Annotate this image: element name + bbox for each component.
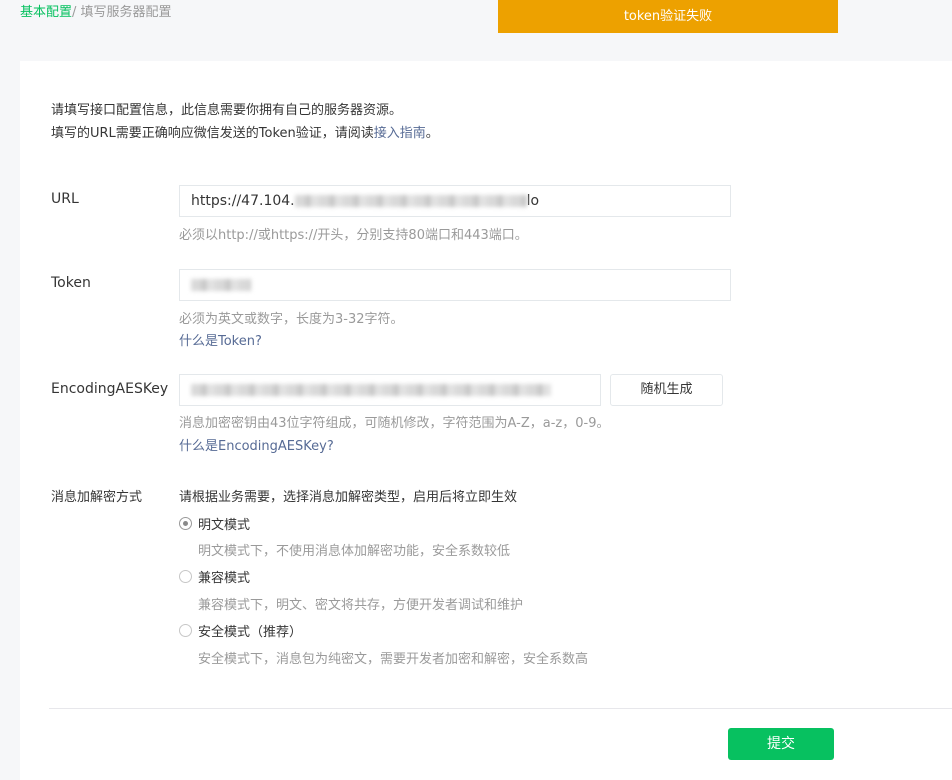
radio-plaintext-desc: 明文模式下，不使用消息体加解密功能，安全系数较低 <box>198 544 511 559</box>
radio-secure-label: 安全模式（推荐） <box>198 625 303 640</box>
radio-button[interactable] <box>179 624 192 637</box>
url-value-suffix: lo <box>526 193 540 209</box>
breadcrumb-separator: / <box>72 5 81 20</box>
radio-plaintext-mode[interactable]: 明文模式 <box>179 514 250 533</box>
divider <box>49 708 952 709</box>
what-is-aes-key-link[interactable]: 什么是EncodingAESKey? <box>179 435 334 454</box>
aes-key-label: EncodingAESKey <box>51 381 169 397</box>
radio-plaintext-label: 明文模式 <box>198 518 251 533</box>
intro-text: 请填写接口配置信息，此信息需要你拥有自己的服务器资源。 填写的URL需要正确响应… <box>51 99 439 145</box>
radio-compatible-desc: 兼容模式下，明文、密文将共存，方便开发者调试和维护 <box>198 598 524 613</box>
radio-secure-mode[interactable]: 安全模式（推荐） <box>179 621 302 640</box>
breadcrumb-root-link[interactable]: 基本配置 <box>20 5 72 20</box>
encryption-mode-label: 消息加解密方式 <box>51 490 143 505</box>
radio-compatible-mode[interactable]: 兼容模式 <box>179 567 250 586</box>
intro-line-2-suffix: 。 <box>425 126 439 141</box>
error-toast: token验证失败 <box>498 0 838 33</box>
radio-button[interactable] <box>179 570 192 583</box>
token-hint: 必须为英文或数字，长度为3-32字符。 <box>179 312 404 327</box>
radio-secure-desc: 安全模式下，消息包为纯密文，需要开发者加密和解密，安全系数高 <box>198 652 589 667</box>
url-label: URL <box>51 191 79 207</box>
breadcrumb: 基本配置/ 填写服务器配置 <box>20 1 172 20</box>
token-input[interactable] <box>179 269 731 301</box>
url-hint: 必须以http://或https://开头，分别支持80端口和443端口。 <box>179 228 528 243</box>
breadcrumb-current: 填写服务器配置 <box>80 5 172 20</box>
aes-key-hint: 消息加密密钥由43位字符组成，可随机修改，字符范围为A-Z，a-z，0-9。 <box>179 416 610 431</box>
aes-key-input[interactable] <box>179 374 601 406</box>
what-is-token-link[interactable]: 什么是Token? <box>179 330 262 349</box>
random-generate-button[interactable]: 随机生成 <box>610 374 723 406</box>
intro-line-2: 填写的URL需要正确响应微信发送的Token验证，请阅读接入指南。 <box>51 122 439 145</box>
access-guide-link[interactable]: 接入指南 <box>374 126 426 141</box>
encryption-mode-intro: 请根据业务需要，选择消息加解密类型，启用后将立即生效 <box>179 490 518 505</box>
aes-key-redacted <box>191 384 551 396</box>
radio-compatible-label: 兼容模式 <box>198 571 251 586</box>
url-value-prefix: https://47.104. <box>191 193 295 209</box>
radio-button-checked[interactable] <box>179 517 192 530</box>
token-label: Token <box>51 275 91 291</box>
submit-button[interactable]: 提交 <box>728 728 834 760</box>
server-config-panel: 请填写接口配置信息，此信息需要你拥有自己的服务器资源。 填写的URL需要正确响应… <box>20 61 952 780</box>
url-input[interactable]: https://47.104. lo <box>179 185 731 217</box>
intro-line-2-prefix: 填写的URL需要正确响应微信发送的Token验证，请阅读 <box>51 126 374 141</box>
token-redacted <box>191 279 251 291</box>
url-redacted <box>294 195 527 207</box>
intro-line-1: 请填写接口配置信息，此信息需要你拥有自己的服务器资源。 <box>51 103 403 118</box>
